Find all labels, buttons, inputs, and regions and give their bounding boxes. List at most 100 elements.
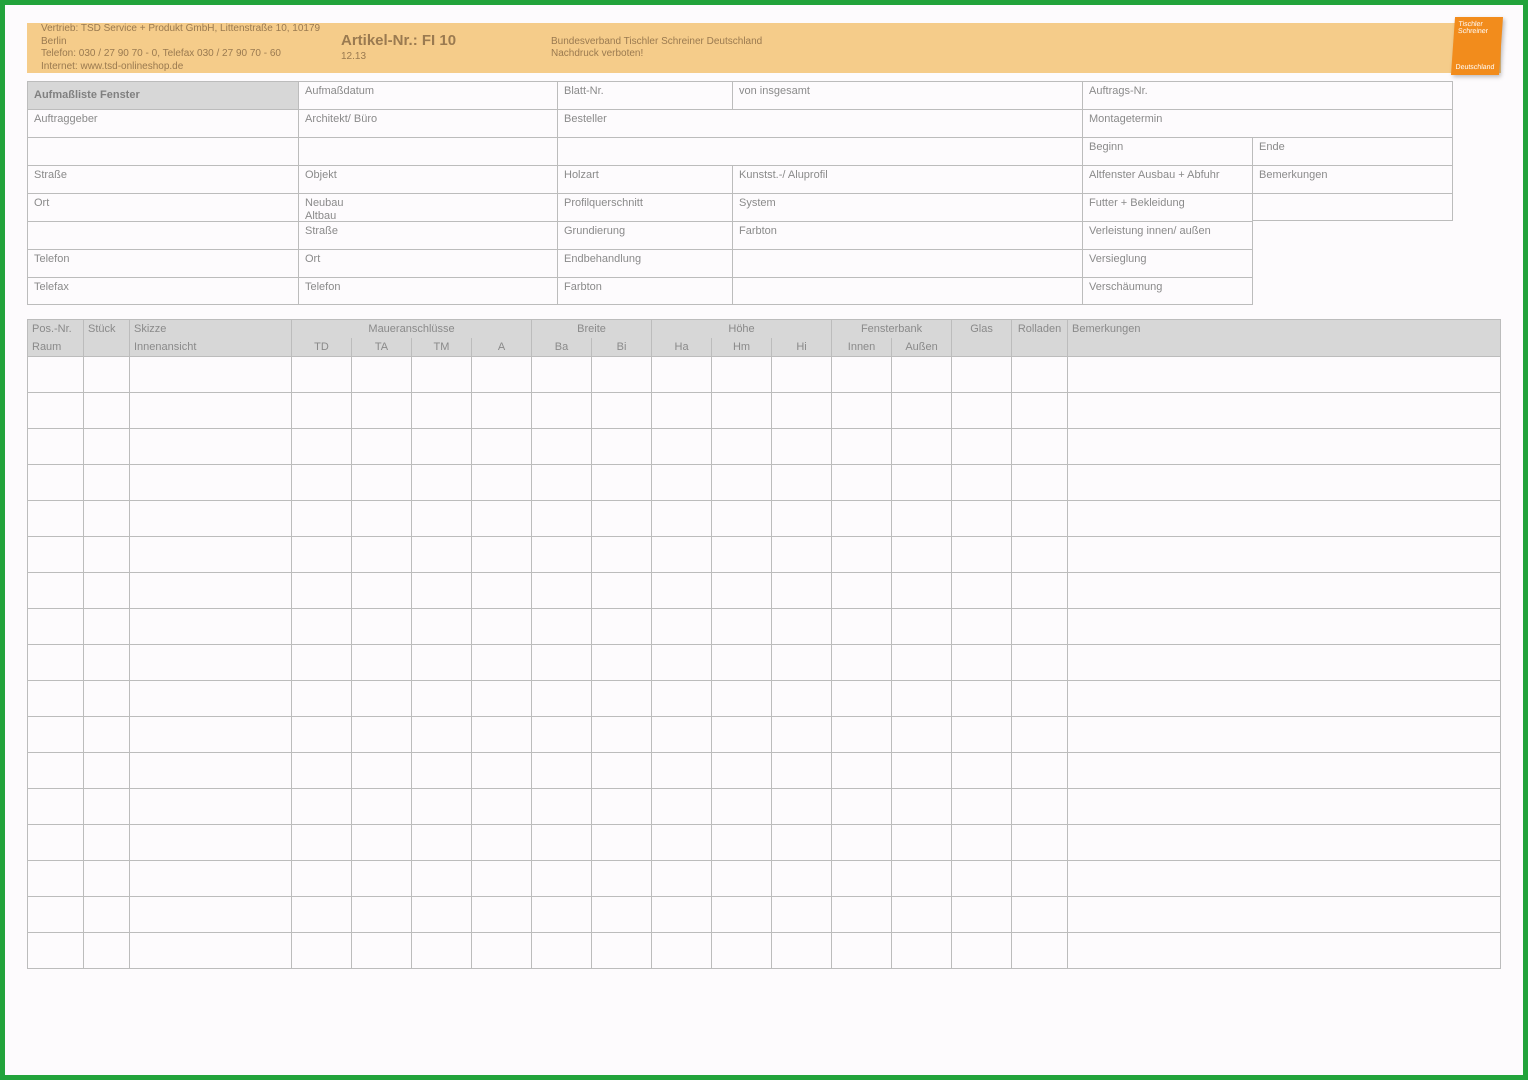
info-grid: Aufmaßliste Fenster Aufmaßdatum Blatt-Nr… bbox=[27, 81, 1501, 305]
label-holzart: Holzart bbox=[558, 165, 733, 193]
table-row[interactable] bbox=[28, 609, 1501, 645]
table-row[interactable] bbox=[28, 861, 1501, 897]
distributor-line-1: Vertrieb: TSD Service + Produkt GmbH, Li… bbox=[41, 23, 341, 48]
field-ort-line[interactable] bbox=[27, 221, 299, 249]
field-farbton-blank[interactable] bbox=[733, 277, 1083, 305]
field-architekt-line[interactable] bbox=[299, 137, 558, 165]
label-farbton-1: Farbton bbox=[733, 221, 1083, 249]
logo-text-top: Tischler Schreiner bbox=[1458, 21, 1499, 35]
th-bi: Bi bbox=[592, 338, 652, 357]
th-a: A bbox=[472, 338, 532, 357]
table-row[interactable] bbox=[28, 393, 1501, 429]
label-neubau-altbau: Neubau Altbau bbox=[299, 193, 558, 221]
label-strasse-right: Straße bbox=[299, 221, 558, 249]
th-stueck: Stück bbox=[84, 320, 130, 357]
table-row[interactable] bbox=[28, 717, 1501, 753]
label-beginn: Beginn bbox=[1083, 137, 1253, 165]
label-blatt-nr: Blatt-Nr. bbox=[558, 81, 733, 109]
table-row[interactable] bbox=[28, 645, 1501, 681]
label-architekt: Architekt/ Büro bbox=[299, 109, 558, 137]
table-body bbox=[28, 357, 1501, 969]
table-row[interactable] bbox=[28, 681, 1501, 717]
table-row[interactable] bbox=[28, 825, 1501, 861]
label-besteller: Besteller bbox=[558, 109, 1083, 137]
label-aufmassdatum: Aufmaßdatum bbox=[299, 81, 558, 109]
label-ort-right: Ort bbox=[299, 249, 558, 277]
label-verschaeumung: Verschäumung bbox=[1083, 277, 1253, 305]
th-td: TD bbox=[292, 338, 352, 357]
th-maueranschluesse: Maueranschlüsse bbox=[292, 320, 532, 339]
label-farbton-2: Farbton bbox=[558, 277, 733, 305]
th-ha: Ha bbox=[652, 338, 712, 357]
label-profilquerschnitt: Profilquerschnitt bbox=[558, 193, 733, 221]
association-line-1: Bundesverband Tischler Schreiner Deutsch… bbox=[551, 36, 1487, 49]
logo-text-bottom: Deutschland bbox=[1455, 64, 1495, 71]
label-grundierung: Grundierung bbox=[558, 221, 733, 249]
th-innen: Innen bbox=[832, 338, 892, 357]
label-auftraggeber: Auftraggeber bbox=[27, 109, 299, 137]
label-objekt: Objekt bbox=[299, 165, 558, 193]
th-ba: Ba bbox=[532, 338, 592, 357]
label-kunstst-alu: Kunstst.-/ Aluprofil bbox=[733, 165, 1083, 193]
th-breite: Breite bbox=[532, 320, 652, 339]
label-von-insgesamt: von insgesamt bbox=[733, 81, 1083, 109]
table-header: Pos.-Nr. Stück Skizze Maueranschlüsse Br… bbox=[28, 320, 1501, 357]
label-altfenster: Altfenster Ausbau + Abfuhr bbox=[1083, 165, 1253, 193]
label-ort-left: Ort bbox=[27, 193, 299, 221]
form-title: Aufmaßliste Fenster bbox=[27, 81, 299, 109]
th-ta: TA bbox=[352, 338, 412, 357]
th-hoehe: Höhe bbox=[652, 320, 832, 339]
label-montagetermin: Montagetermin bbox=[1083, 109, 1453, 137]
article-number: Artikel-Nr.: FI 10 bbox=[341, 32, 521, 51]
th-pos-1: Pos.-Nr. bbox=[28, 320, 84, 339]
distributor-line-2: Telefon: 030 / 27 90 70 - 0, Telefax 030… bbox=[41, 48, 341, 61]
header-bar: Vertrieb: TSD Service + Produkt GmbH, Li… bbox=[27, 23, 1501, 73]
measurement-table: Pos.-Nr. Stück Skizze Maueranschlüsse Br… bbox=[27, 319, 1501, 969]
table-row[interactable] bbox=[28, 933, 1501, 969]
label-telefax: Telefax bbox=[27, 277, 299, 305]
label-futter: Futter + Bekleidung bbox=[1083, 193, 1253, 221]
label-verleistung: Verleistung innen/ außen bbox=[1083, 221, 1253, 249]
label-auftrags-nr: Auftrags-Nr. bbox=[1083, 81, 1453, 109]
label-strasse-left: Straße bbox=[27, 165, 299, 193]
article-info: Artikel-Nr.: FI 10 12.13 bbox=[341, 32, 521, 63]
th-hi: Hi bbox=[772, 338, 832, 357]
th-fensterbank: Fensterbank bbox=[832, 320, 952, 339]
th-aussen: Außen bbox=[892, 338, 952, 357]
field-besteller-line[interactable] bbox=[558, 137, 1083, 165]
label-versiegelung: Versieglung bbox=[1083, 249, 1253, 277]
th-glas: Glas bbox=[952, 320, 1012, 357]
th-tm: TM bbox=[412, 338, 472, 357]
document-page: Vertrieb: TSD Service + Produkt GmbH, Li… bbox=[5, 5, 1523, 1075]
table-row[interactable] bbox=[28, 501, 1501, 537]
th-bemerkungen: Bemerkungen bbox=[1068, 320, 1501, 357]
th-hm: Hm bbox=[712, 338, 772, 357]
version-label: 12.13 bbox=[341, 51, 521, 64]
distributor-line-3: Internet: www.tsd-onlineshop.de bbox=[41, 61, 341, 74]
label-neubau: Neubau bbox=[305, 197, 551, 210]
field-auftraggeber-line[interactable] bbox=[27, 137, 299, 165]
label-bemerkungen-top: Bemerkungen bbox=[1253, 165, 1453, 193]
table-row[interactable] bbox=[28, 537, 1501, 573]
association-info: Bundesverband Tischler Schreiner Deutsch… bbox=[521, 36, 1487, 61]
th-skizze-2: Innenansicht bbox=[130, 338, 292, 357]
label-endbehandlung: Endbehandlung bbox=[558, 249, 733, 277]
label-telefon-right: Telefon bbox=[299, 277, 558, 305]
table-row[interactable] bbox=[28, 465, 1501, 501]
label-telefon-left: Telefon bbox=[27, 249, 299, 277]
table-row[interactable] bbox=[28, 753, 1501, 789]
table-row[interactable] bbox=[28, 897, 1501, 933]
table-row[interactable] bbox=[28, 573, 1501, 609]
label-system: System bbox=[733, 193, 1083, 221]
association-line-2: Nachdruck verboten! bbox=[551, 48, 1487, 61]
table-row[interactable] bbox=[28, 357, 1501, 393]
th-skizze-1: Skizze bbox=[130, 320, 292, 339]
field-bem-1[interactable] bbox=[1253, 193, 1453, 221]
table-row[interactable] bbox=[28, 429, 1501, 465]
field-endbeh-blank[interactable] bbox=[733, 249, 1083, 277]
logo-icon: Tischler Schreiner Deutschland bbox=[1451, 17, 1503, 75]
distributor-info: Vertrieb: TSD Service + Produkt GmbH, Li… bbox=[41, 23, 341, 73]
table-row[interactable] bbox=[28, 789, 1501, 825]
th-rolladen: Rolladen bbox=[1012, 320, 1068, 357]
label-ende: Ende bbox=[1253, 137, 1453, 165]
